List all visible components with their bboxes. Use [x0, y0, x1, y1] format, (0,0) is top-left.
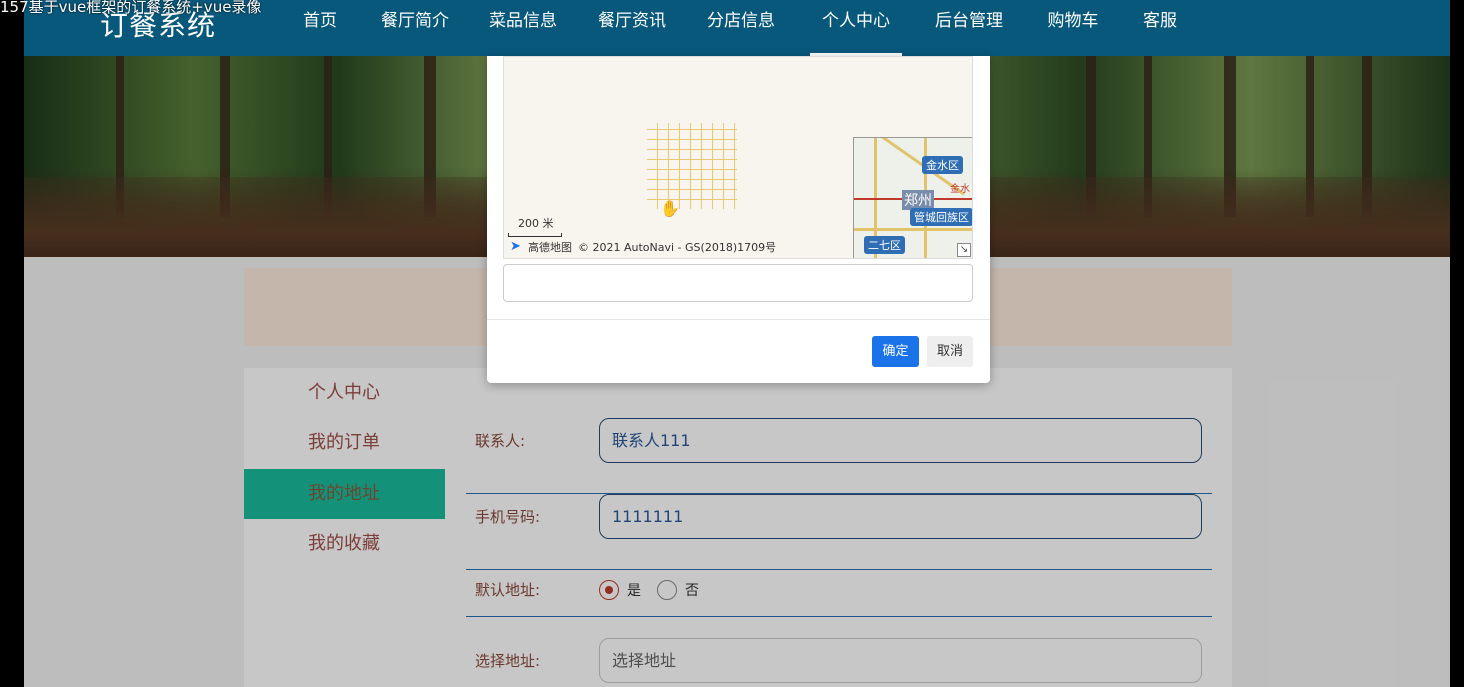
- mini-map-district-guancheng: 管城回族区: [910, 208, 972, 226]
- nav-restaurant-intro[interactable]: 餐厅简介: [372, 0, 458, 56]
- nav-service[interactable]: 客服: [1134, 0, 1186, 56]
- map-provider: 高德地图: [528, 241, 572, 254]
- map-scale-label: 200 米: [518, 217, 554, 230]
- mini-map-toggle-icon[interactable]: ↘: [957, 243, 971, 257]
- mini-map-city-label: 郑州: [902, 190, 934, 210]
- app-stage: 订餐系统 首页 餐厅简介 菜品信息 餐厅资讯 分店信息 个人中心 后台管理 购物…: [24, 0, 1450, 687]
- mini-map-district-erqi: 二七区: [864, 236, 905, 254]
- map-copyright: © 2021 AutoNavi - GS(2018)1709号: [578, 241, 777, 254]
- hand-cursor-icon: ✋: [660, 199, 680, 218]
- confirm-button[interactable]: 确定: [872, 336, 919, 367]
- mini-map-road-label: 金水: [950, 184, 970, 195]
- overview-mini-map[interactable]: 金水区 金水 郑州 管城回族区 二七区 ↘: [853, 137, 972, 258]
- mini-map-district-jinshui: 金水区: [922, 156, 963, 174]
- nav-cart[interactable]: 购物车: [1036, 0, 1110, 56]
- cancel-button[interactable]: 取消: [927, 336, 973, 367]
- nav-admin[interactable]: 后台管理: [926, 0, 1012, 56]
- nav-dish-info[interactable]: 菜品信息: [480, 0, 566, 56]
- nav-personal-center[interactable]: 个人中心: [810, 0, 902, 56]
- address-map-dialog: ✋ 200 米 ➤ 高德地图 © 2021 AutoNavi - GS(2018…: [487, 56, 990, 383]
- map-scale-bar: [508, 233, 562, 237]
- nav-home[interactable]: 首页: [289, 0, 351, 56]
- nav-restaurant-news[interactable]: 餐厅资讯: [589, 0, 675, 56]
- dialog-footer-divider: [487, 319, 990, 320]
- recording-title: 157基于vue框架的订餐系统+vue录像: [0, 0, 262, 16]
- map-city-roads: [647, 123, 737, 209]
- nav-branch-info[interactable]: 分店信息: [698, 0, 784, 56]
- map-attribution: ➤ 高德地图 © 2021 AutoNavi - GS(2018)1709号: [510, 239, 776, 255]
- amap-logo-icon: ➤: [510, 239, 521, 254]
- map-view[interactable]: ✋ 200 米 ➤ 高德地图 © 2021 AutoNavi - GS(2018…: [503, 56, 973, 259]
- map-search-input[interactable]: [503, 264, 973, 302]
